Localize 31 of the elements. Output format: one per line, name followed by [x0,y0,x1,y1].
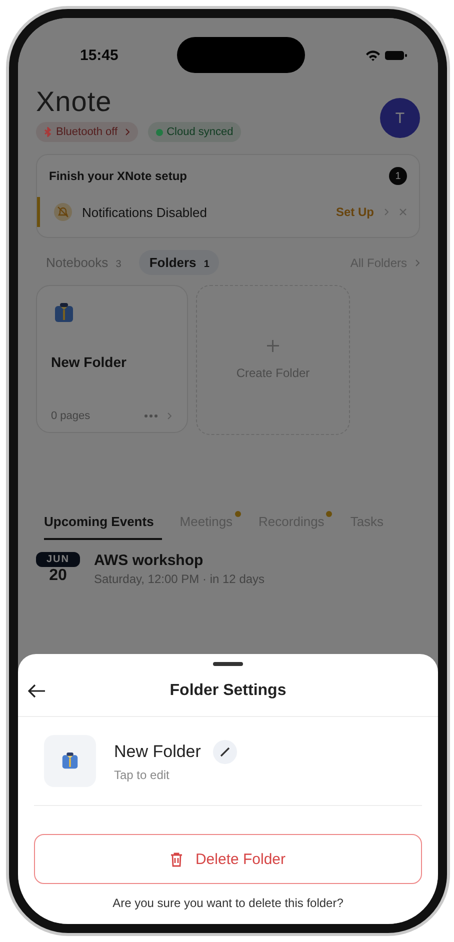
bell-off-icon [54,203,72,221]
sheet-title: Folder Settings [168,682,288,700]
drag-handle[interactable] [213,662,243,666]
trash-icon [170,852,184,866]
edit-hint: Tap to edit [114,768,170,782]
edit-icon[interactable] [212,740,237,764]
page-count: 0 pages [51,410,90,422]
chevron-icon [124,128,130,136]
folder-name: New Folder [51,354,128,370]
setup-title: Finish your XNote setup [49,169,188,183]
delete-folder-button[interactable]: Delete Folder [34,834,422,884]
folder-card[interactable]: New Folder 0 pages [36,285,188,433]
count-badge: 1 [389,167,407,185]
section-tab[interactable]: Folders 1 [139,250,220,275]
set-up-link[interactable]: Set Up [336,205,374,219]
status-icons [364,48,408,62]
back-arrow-icon[interactable] [28,684,46,698]
chevron-icon [384,208,389,216]
folder-icon-tile[interactable] [44,735,96,787]
folder-name[interactable]: New Folder [114,742,201,762]
app-logo: Xnote [36,86,113,118]
event-title[interactable]: AWS workshop [94,552,265,569]
avatar[interactable]: T [380,98,420,138]
setup-item[interactable]: Notifications Disabled Set Up [37,197,419,227]
confirm-text: Are you sure you want to delete this folder? [112,896,344,910]
event-date: JUN 20 [36,552,80,586]
event-tab[interactable]: Upcoming Events [44,511,162,540]
event-time: Saturday, 12:00 PM · in 12 days [94,572,265,586]
status-time: 15:45 [80,46,118,64]
chevron-icon [415,258,420,266]
setup-item-label: Notifications Disabled [82,204,208,220]
